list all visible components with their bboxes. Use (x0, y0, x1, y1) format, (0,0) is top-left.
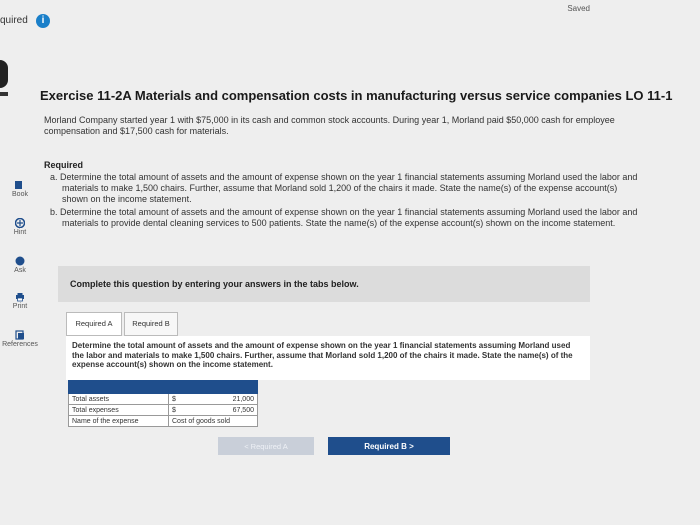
sidebar-item-label: Print (12, 303, 28, 310)
saved-status: Saved (567, 4, 590, 13)
tab-required-b[interactable]: Required B (124, 312, 178, 336)
currency-symbol: $ (168, 393, 181, 405)
exercise-intro: Morland Company started year 1 with $75,… (44, 115, 615, 136)
sidebar-item-hint[interactable]: Hint (0, 218, 40, 236)
ask-icon (15, 256, 25, 266)
instruction-text: Complete this question by entering your … (70, 279, 359, 289)
sidebar-item-label: References (2, 341, 38, 348)
sidebar-item-label: Ask (14, 267, 26, 274)
requirements-list: a. Determine the total amount of assets … (50, 172, 644, 231)
book-icon (15, 181, 22, 189)
requirement-b: b. Determine the total amount of assets … (50, 207, 638, 228)
tab-panel: Determine the total amount of assets and… (66, 336, 590, 380)
required-heading: Required (44, 160, 84, 170)
sidebar-item-label: Hint (13, 229, 27, 236)
side-divider (0, 92, 8, 96)
currency-symbol: $ (168, 404, 181, 416)
row-label: Name of the expense (68, 415, 169, 427)
expense-name-input[interactable]: Cost of goods sold (168, 415, 258, 427)
required-label: quired (0, 15, 28, 26)
table-row: Name of the expense Cost of goods sold (68, 415, 258, 427)
scroll-marker (0, 60, 8, 88)
next-required-b-button[interactable]: Required B > (328, 437, 450, 455)
row-label: Total assets (68, 393, 169, 405)
total-assets-input[interactable]: 21,000 (181, 393, 258, 405)
requirement-a: a. Determine the total amount of assets … (50, 172, 638, 204)
total-expenses-input[interactable]: 67,500 (181, 404, 258, 416)
sidebar-item-print[interactable]: Print (0, 292, 40, 310)
previous-required-a-button[interactable]: < Required A (218, 437, 314, 455)
sidebar-item-references[interactable]: References (0, 330, 40, 348)
exercise-title: Exercise 11-2A Materials and compensatio… (40, 88, 673, 103)
sidebar-item-label: Book (12, 191, 28, 198)
top-status-bar: quired i Saved (0, 0, 700, 30)
answer-table: Total assets $ 21,000 Total expenses $ 6… (68, 380, 258, 427)
info-icon[interactable]: i (36, 14, 50, 28)
print-icon (16, 293, 24, 302)
table-row: Total expenses $ 67,500 (68, 404, 258, 416)
tab-required-a[interactable]: Required A (66, 312, 122, 336)
answer-table-header (68, 380, 258, 394)
sidebar-item-book[interactable]: Book (0, 180, 40, 198)
references-icon (15, 330, 24, 340)
instruction-box: Complete this question by entering your … (58, 266, 590, 302)
row-label: Total expenses (68, 404, 169, 416)
tab-panel-text: Determine the total amount of assets and… (72, 341, 573, 369)
table-row: Total assets $ 21,000 (68, 393, 258, 405)
hint-icon (15, 218, 25, 228)
sidebar-item-ask[interactable]: Ask (0, 256, 40, 274)
